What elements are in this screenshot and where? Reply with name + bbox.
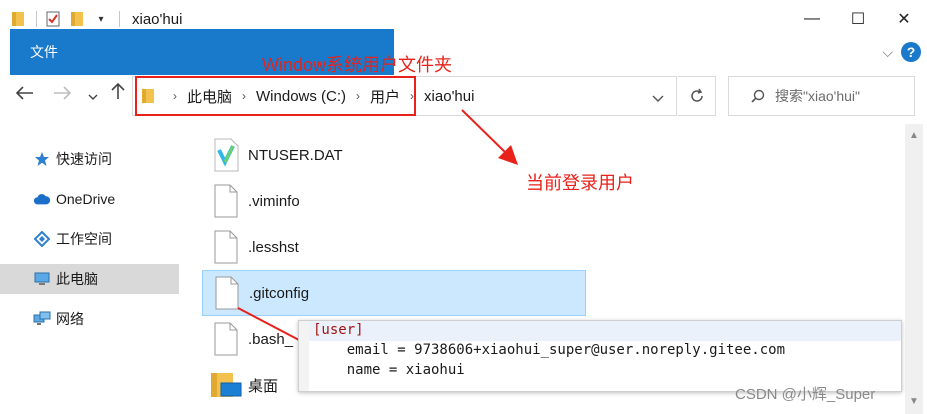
code-line-email: email = 9738606+xiaohui_super@user.norep…	[313, 342, 786, 358]
scroll-down-icon[interactable]: ▼	[905, 392, 923, 410]
gitconfig-preview: [user] email = 9738606+xiaohui_super@use…	[298, 320, 902, 392]
code-current-line	[309, 321, 901, 341]
code-gutter	[299, 321, 309, 391]
vertical-scrollbar[interactable]: ▲ ▼	[905, 124, 923, 414]
watermark: CSDN @小辉_Super	[735, 386, 876, 403]
scroll-up-icon[interactable]: ▲	[905, 126, 923, 144]
annotation-arrow-line	[461, 109, 509, 156]
code-line-name: name = xiaohui	[313, 362, 465, 378]
code-line-section: [user]	[313, 322, 364, 338]
